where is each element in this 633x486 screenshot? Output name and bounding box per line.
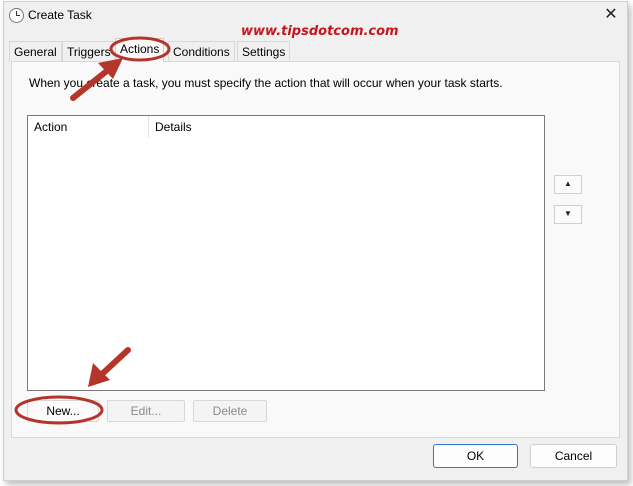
actions-panel: When you create a task, you must specify… [11,61,620,438]
tab-general[interactable]: General [9,41,62,62]
clock-icon [9,8,24,23]
move-down-icon[interactable]: ▼ [554,205,582,224]
new-action-button[interactable]: New... [27,400,99,422]
instruction-text: When you create a task, you must specify… [29,76,503,90]
window-title: Create Task [28,8,92,22]
delete-action-button[interactable]: Delete [193,400,267,422]
close-icon[interactable]: ✕ [600,5,622,25]
tab-conditions[interactable]: Conditions [168,41,235,62]
edit-action-button[interactable]: Edit... [107,400,185,422]
tab-settings[interactable]: Settings [237,41,291,62]
move-up-icon[interactable]: ▲ [554,175,582,194]
tab-actions[interactable]: Actions [115,38,165,62]
actions-list[interactable]: Action Details [27,115,545,391]
cancel-button[interactable]: Cancel [530,444,617,468]
column-header-action[interactable]: Action [28,116,149,138]
watermark-text: www.tipsdotcom.com [241,24,399,39]
ok-button[interactable]: OK [433,444,518,468]
column-header-details[interactable]: Details [149,116,545,138]
tab-triggers[interactable]: Triggers [62,41,116,62]
create-task-dialog: Create Task ✕ www.tipsdotcom.com General… [3,1,628,481]
